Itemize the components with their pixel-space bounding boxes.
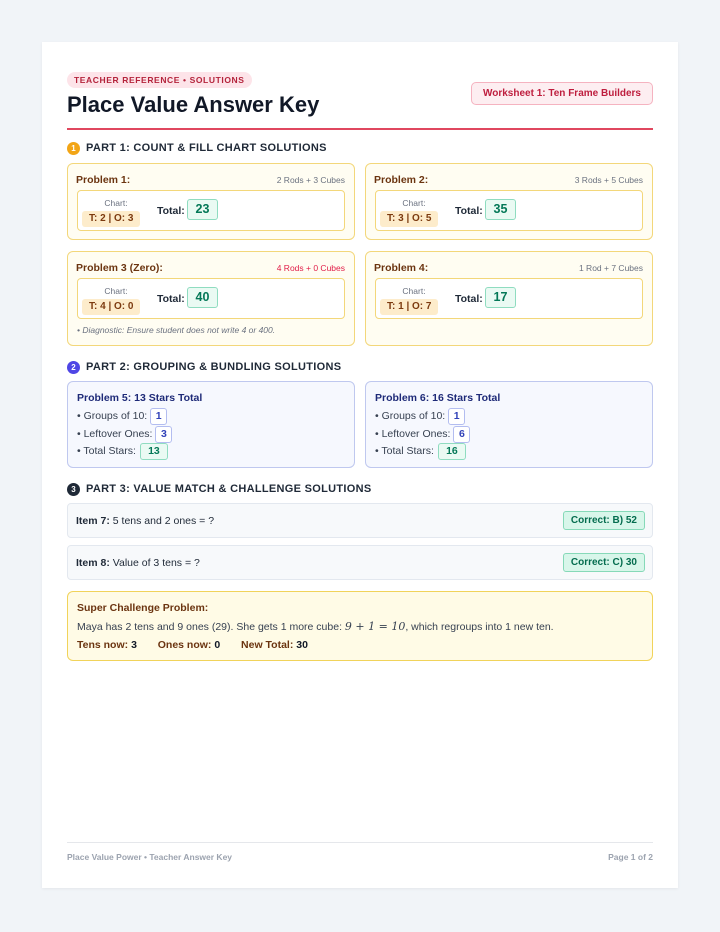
total-label: Total: [455, 205, 483, 217]
page-title: Place Value Answer Key [67, 92, 320, 117]
total-value: 13 [139, 442, 168, 460]
footer-title: Place Value Power • Teacher Answer Key [67, 852, 233, 862]
page-content: TEACHER REFERENCE • SOLUTIONS Place Valu… [67, 42, 653, 862]
groups-label: • Groups of 10: [77, 410, 148, 422]
problem-4-card: Problem 4: 1 Rod + 7 Cubes Chart: T: 1 |… [365, 251, 653, 346]
chart-value: T: 3 | O: 5 [380, 211, 439, 227]
tens-label: Tens now: [77, 639, 129, 651]
chart-value: T: 4 | O: 0 [82, 299, 141, 315]
chart-value: T: 2 | O: 3 [82, 211, 141, 227]
part1-number-badge: 1 [67, 141, 80, 155]
part1-label: PART 1: COUNT & FILL CHART SOLUTIONS [86, 142, 327, 154]
total-value: 23 [187, 199, 218, 220]
total-label: • Total Stars: [375, 445, 434, 457]
total-row: • Total Stars: 13 [77, 442, 168, 460]
ones-value: 0 [214, 639, 221, 651]
groups-label: • Groups of 10: [375, 410, 446, 422]
page-footer: Place Value Power • Teacher Answer Key P… [67, 842, 653, 870]
part3-heading: 3 PART 3: VALUE MATCH & CHALLENGE SOLUTI… [67, 482, 371, 496]
diagnostic-note: • Diagnostic: Ensure student does not wr… [77, 325, 276, 335]
problem-title: Problem 1: [76, 174, 131, 186]
item-question: 5 tens and 2 ones = ? [112, 515, 215, 527]
problem-note: 1 Rod + 7 Cubes [578, 263, 643, 273]
problem-title: Problem 2: [374, 174, 429, 186]
tens-value: 3 [131, 639, 137, 651]
item-label: Item 7: [76, 515, 110, 527]
problem-title: Problem 3 (Zero): [76, 262, 163, 274]
challenge-math: 9 + 1 = 10 [344, 620, 406, 633]
total-value: 35 [485, 199, 516, 220]
problem-title: Problem 6: 16 Stars Total [375, 392, 501, 404]
answer-box: Chart: T: 1 | O: 7 Total: 17 [375, 278, 643, 319]
answer-box: Chart: T: 3 | O: 5 Total: 35 [375, 190, 643, 231]
part3-label: PART 3: VALUE MATCH & CHALLENGE SOLUTION… [86, 483, 372, 495]
leftover-label: • Leftover Ones: [77, 428, 153, 440]
problem-note: 4 Rods + 0 Cubes [276, 263, 345, 273]
answer-box: Chart: T: 4 | O: 0 Total: 40 [77, 278, 345, 319]
problem-note: 3 Rods + 5 Cubes [574, 175, 643, 185]
item-text: Item 8: Value of 3 tens = ? [76, 557, 200, 569]
item-7-row: Item 7: 5 tens and 2 ones = ? Correct: B… [67, 503, 653, 538]
correct-answer-badge: Correct: B) 52 [562, 511, 645, 530]
problem-title: Problem 4: [374, 262, 429, 274]
groups-value: 1 [448, 407, 466, 425]
chart-label: Chart: [402, 286, 426, 296]
part2-label: PART 2: GROUPING & BUNDLING SOLUTIONS [86, 361, 342, 373]
new-total-label: New Total: [241, 639, 294, 651]
challenge-title: Super Challenge Problem: [77, 602, 209, 614]
part2-heading: 2 PART 2: GROUPING & BUNDLING SOLUTIONS [67, 360, 341, 374]
ones-label: Ones now: [157, 639, 212, 651]
problem-1-card: Problem 1: 2 Rods + 3 Cubes Chart: T: 2 … [67, 163, 355, 240]
leftover-value: 3 [155, 425, 173, 443]
total-label: • Total Stars: [77, 445, 136, 457]
groups-value: 1 [150, 407, 168, 425]
chart-label: Chart: [104, 286, 128, 296]
challenge-text: Maya has 2 tens and 9 ones (29). She get… [77, 620, 554, 633]
leftover-value: 6 [453, 425, 471, 443]
total-label: Total: [157, 293, 185, 305]
total-label: Total: [455, 293, 483, 305]
challenge-text-after: , which regroups into 1 new ten. [405, 621, 554, 633]
total-value: 16 [437, 442, 466, 460]
problem-note: 2 Rods + 3 Cubes [276, 175, 345, 185]
total-value: 17 [485, 287, 516, 308]
item-text: Item 7: 5 tens and 2 ones = ? [76, 515, 214, 527]
chart-value: T: 1 | O: 7 [380, 299, 439, 315]
problem-6-card: Problem 6: 16 Stars Total • Groups of 10… [365, 381, 653, 468]
leftover-row: • Leftover Ones: 6 [375, 425, 471, 443]
challenge-results: Tens now: 3 Ones now: 0 New Total: 30 [77, 639, 308, 651]
part3-number-badge: 3 [67, 482, 80, 496]
total-value: 40 [187, 287, 218, 308]
chart-label: Chart: [402, 198, 426, 208]
total-label: Total: [157, 205, 185, 217]
problem-title: Problem 5: 13 Stars Total [77, 392, 203, 404]
teacher-reference-pill: TEACHER REFERENCE • SOLUTIONS [67, 72, 252, 88]
problem-2-card: Problem 2: 3 Rods + 5 Cubes Chart: T: 3 … [365, 163, 653, 240]
page-number: Page 1 of 2 [608, 852, 653, 862]
worksheet-badge: Worksheet 1: Ten Frame Builders [470, 82, 653, 105]
leftover-row: • Leftover Ones: 3 [77, 425, 173, 443]
worksheet-page: TEACHER REFERENCE • SOLUTIONS Place Valu… [42, 42, 678, 888]
groups-row: • Groups of 10: 1 [77, 407, 168, 425]
item-question: Value of 3 tens = ? [112, 557, 200, 569]
part1-heading: 1 PART 1: COUNT & FILL CHART SOLUTIONS [67, 141, 327, 155]
problem-5-card: Problem 5: 13 Stars Total • Groups of 10… [67, 381, 355, 468]
correct-answer-badge: Correct: C) 30 [562, 553, 645, 572]
answer-box: Chart: T: 2 | O: 3 Total: 23 [77, 190, 345, 231]
problem-3-card: Problem 3 (Zero): 4 Rods + 0 Cubes Chart… [67, 251, 355, 346]
groups-row: • Groups of 10: 1 [375, 407, 466, 425]
new-total-value: 30 [296, 639, 308, 651]
challenge-text-before: Maya has 2 tens and 9 ones (29). She get… [77, 621, 345, 633]
super-challenge-card: Super Challenge Problem: Maya has 2 tens… [67, 591, 653, 661]
item-8-row: Item 8: Value of 3 tens = ? Correct: C) … [67, 545, 653, 580]
leftover-label: • Leftover Ones: [375, 428, 451, 440]
chart-label: Chart: [104, 198, 128, 208]
total-row: • Total Stars: 16 [375, 442, 466, 460]
page-header: TEACHER REFERENCE • SOLUTIONS Place Valu… [67, 42, 653, 130]
item-label: Item 8: [76, 557, 110, 569]
part2-number-badge: 2 [67, 360, 80, 374]
